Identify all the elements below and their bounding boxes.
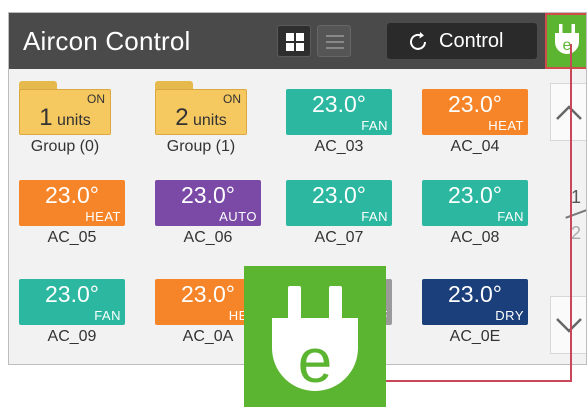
group-units: 1 units	[20, 104, 110, 132]
unit-label: AC_04	[450, 138, 500, 155]
plug-logo-small[interactable]: e	[545, 13, 586, 69]
unit-mode: FAN	[361, 209, 388, 224]
unit-temp: 23.0°	[312, 91, 366, 117]
group-count: 2	[175, 104, 189, 131]
callout-line-vertical	[570, 44, 572, 382]
page-total: 2	[571, 223, 582, 243]
svg-text:e: e	[298, 327, 332, 396]
unit-tile-ac-04[interactable]: 23.0° HEAT	[422, 89, 528, 135]
unit-tile-ac-07[interactable]: 23.0° FAN	[286, 180, 392, 226]
page-current: 1	[571, 187, 582, 207]
unit-temp: 23.0°	[181, 182, 235, 208]
callout-line-horizontal	[386, 380, 572, 382]
chevron-up-icon	[556, 105, 582, 120]
group-label: Group (0)	[30, 138, 100, 155]
unit-label: AC_06	[183, 229, 233, 246]
unit-tile-ac-06[interactable]: 23.0° AUTO	[155, 180, 261, 226]
plug-logo-icon: e	[555, 24, 579, 54]
grid-view-button[interactable]	[277, 25, 311, 57]
list-view-button[interactable]	[317, 25, 351, 57]
unit-temp: 23.0°	[45, 182, 99, 208]
units-label: units	[193, 112, 227, 129]
units-label: units	[57, 112, 91, 129]
unit-tile-ac-09[interactable]: 23.0° FAN	[19, 279, 125, 325]
unit-temp: 23.0°	[448, 91, 502, 117]
refresh-icon	[410, 32, 426, 50]
group-label: Group (1)	[166, 138, 236, 155]
group-units: 2 units	[156, 104, 246, 132]
list-view-icon	[326, 35, 344, 49]
unit-mode: AUTO	[219, 209, 257, 224]
unit-mode: FAN	[497, 209, 524, 224]
control-label: Control	[439, 30, 504, 52]
page-down-button[interactable]	[550, 296, 586, 354]
group-tile-1[interactable]: ON 2 units	[155, 81, 247, 135]
unit-tile-ac-03[interactable]: 23.0° FAN	[286, 89, 392, 135]
unit-label: AC_0E	[449, 328, 501, 345]
page-title: Aircon Control	[23, 26, 191, 56]
header-bar: Aircon Control Control e	[9, 13, 586, 69]
unit-temp: 23.0°	[45, 281, 99, 307]
group-tile-0[interactable]: ON 1 units	[19, 81, 111, 135]
unit-label: AC_07	[314, 229, 364, 246]
unit-tile-ac-08[interactable]: 23.0° FAN	[422, 180, 528, 226]
unit-tile-ac-0e[interactable]: 23.0° DRY	[422, 279, 528, 325]
folder-body: ON 1 units	[19, 89, 111, 135]
page-divider	[565, 209, 586, 219]
unit-mode: HEAT	[85, 209, 121, 224]
plug-logo-icon: e	[272, 286, 358, 396]
unit-temp: 23.0°	[312, 182, 366, 208]
grid-view-icon	[286, 33, 304, 51]
unit-mode: HEAT	[488, 118, 524, 133]
unit-mode: FAN	[361, 118, 388, 133]
chevron-down-icon	[556, 318, 582, 333]
group-count: 1	[39, 104, 53, 131]
unit-label: AC_08	[450, 229, 500, 246]
unit-mode: FAN	[94, 308, 121, 323]
unit-label: AC_03	[314, 138, 364, 155]
unit-temp: 23.0°	[448, 182, 502, 208]
unit-label: AC_05	[47, 229, 97, 246]
control-button[interactable]: Control	[387, 23, 537, 59]
unit-tile-ac-05[interactable]: 23.0° HEAT	[19, 180, 125, 226]
unit-mode: DRY	[495, 308, 524, 323]
unit-temp: 23.0°	[448, 281, 502, 307]
page-up-button[interactable]	[550, 83, 586, 141]
folder-body: ON 2 units	[155, 89, 247, 135]
plug-logo-large: e	[244, 266, 386, 407]
unit-label: AC_09	[47, 328, 97, 345]
